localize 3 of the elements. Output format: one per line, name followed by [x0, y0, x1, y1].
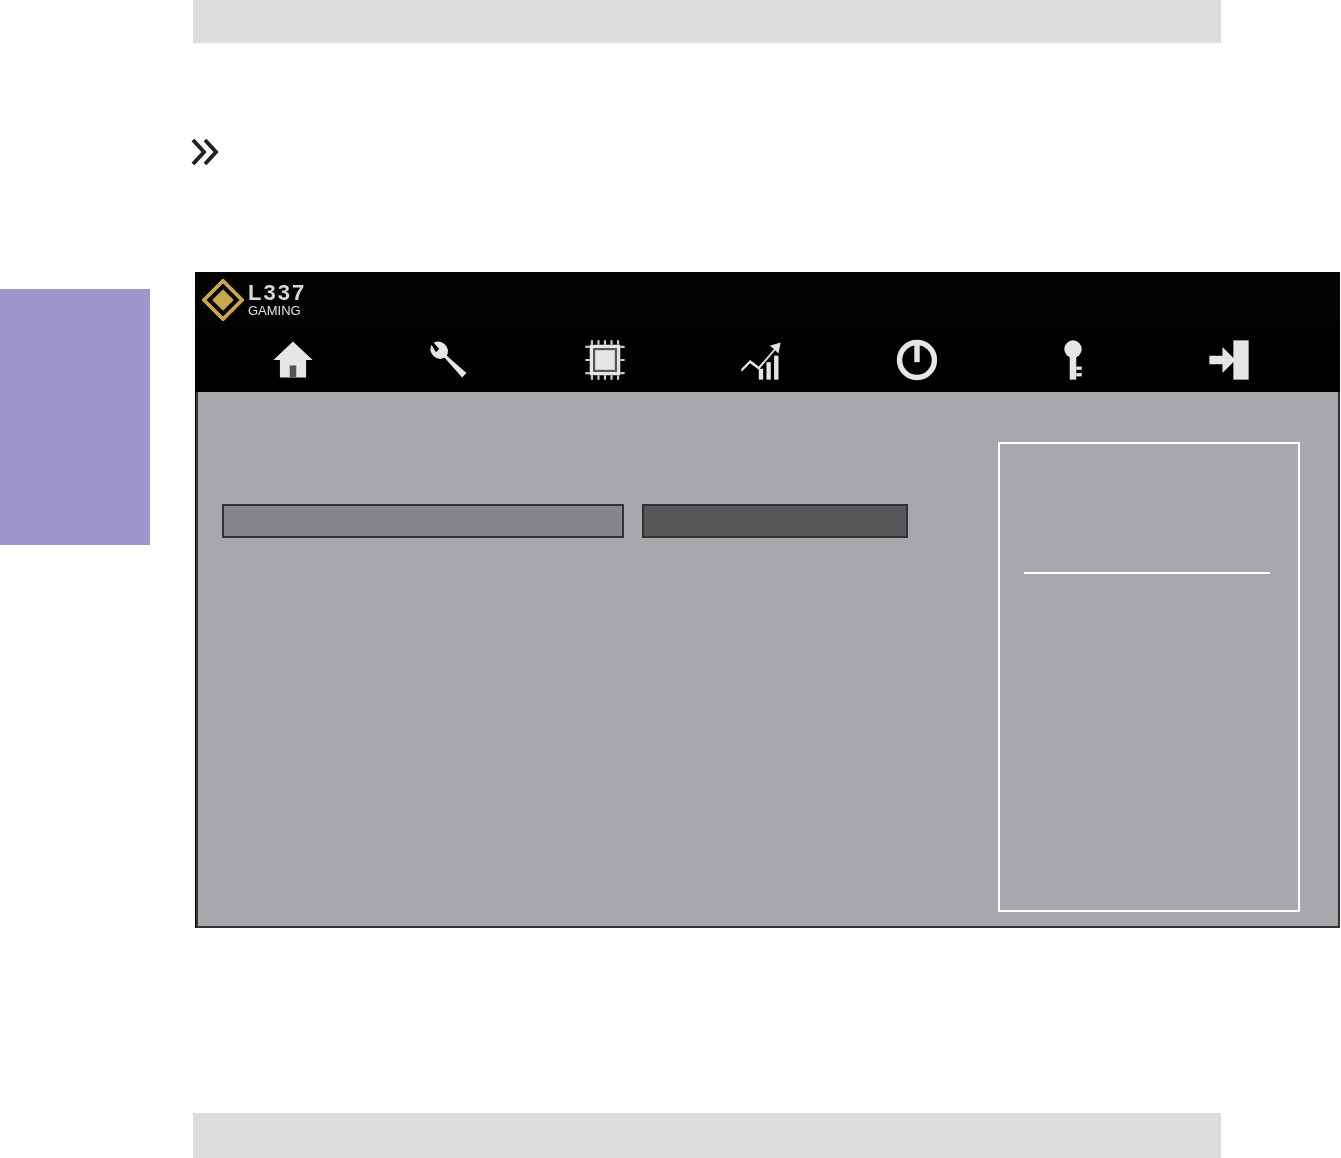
logo-text: L337 [248, 282, 307, 304]
logo-subtitle: GAMING [248, 304, 302, 317]
logo-icon [202, 278, 244, 321]
